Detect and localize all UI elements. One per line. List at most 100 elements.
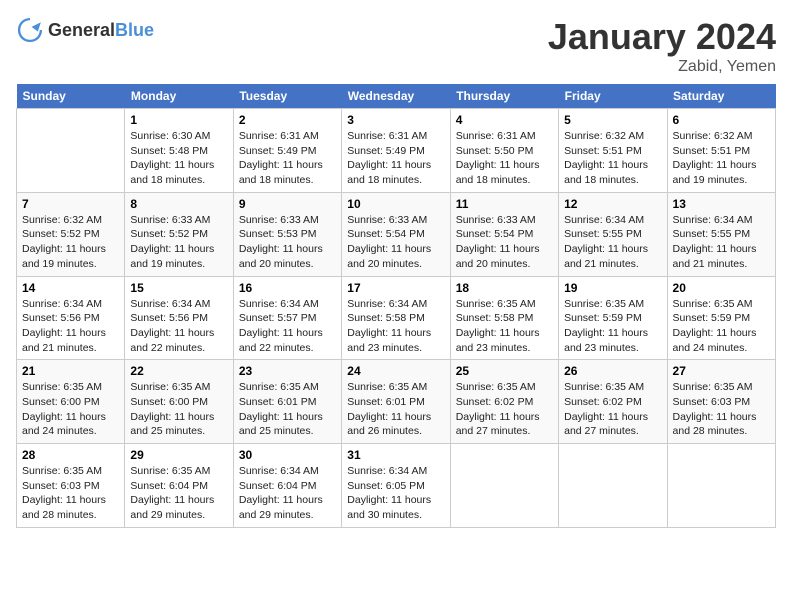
- day-info: Sunrise: 6:32 AMSunset: 5:52 PMDaylight:…: [22, 213, 119, 272]
- day-info: Sunrise: 6:35 AMSunset: 6:02 PMDaylight:…: [456, 380, 553, 439]
- calendar-cell: [17, 109, 125, 193]
- day-info: Sunrise: 6:35 AMSunset: 5:59 PMDaylight:…: [564, 297, 661, 356]
- calendar-cell: 7 Sunrise: 6:32 AMSunset: 5:52 PMDaylight…: [17, 192, 125, 276]
- logo-general-text: General: [48, 20, 115, 40]
- calendar-cell: 10Sunrise: 6:33 AMSunset: 5:54 PMDayligh…: [342, 192, 450, 276]
- calendar-cell: 22Sunrise: 6:35 AMSunset: 6:00 PMDayligh…: [125, 360, 233, 444]
- logo-blue-text: Blue: [115, 20, 154, 40]
- title-block: January 2024 Zabid, Yemen: [548, 16, 776, 76]
- calendar-cell: 1 Sunrise: 6:30 AMSunset: 5:48 PMDaylight…: [125, 109, 233, 193]
- column-header-monday: Monday: [125, 84, 233, 109]
- column-header-wednesday: Wednesday: [342, 84, 450, 109]
- calendar-table: SundayMondayTuesdayWednesdayThursdayFrid…: [16, 84, 776, 528]
- day-info: Sunrise: 6:34 AMSunset: 6:04 PMDaylight:…: [239, 464, 336, 523]
- day-number: 26: [564, 364, 661, 378]
- day-info: Sunrise: 6:34 AMSunset: 5:56 PMDaylight:…: [22, 297, 119, 356]
- calendar-cell: 6 Sunrise: 6:32 AMSunset: 5:51 PMDaylight…: [667, 109, 775, 193]
- day-number: 1: [130, 113, 227, 127]
- day-info: Sunrise: 6:32 AMSunset: 5:51 PMDaylight:…: [673, 129, 770, 188]
- month-title: January 2024: [548, 16, 776, 58]
- day-number: 18: [456, 281, 553, 295]
- day-number: 3: [347, 113, 444, 127]
- calendar-cell: 18 Sunrise: 6:35 AMSunset: 5:58 PMDayligh…: [450, 276, 558, 360]
- day-number: 14: [22, 281, 119, 295]
- day-number: 8: [130, 197, 227, 211]
- day-number: 12: [564, 197, 661, 211]
- day-info: Sunrise: 6:35 AMSunset: 6:01 PMDaylight:…: [239, 380, 336, 439]
- calendar-cell: 2Sunrise: 6:31 AMSunset: 5:49 PMDaylight…: [233, 109, 341, 193]
- calendar-cell: 20 Sunrise: 6:35 AMSunset: 5:59 PMDayligh…: [667, 276, 775, 360]
- day-info: Sunrise: 6:34 AMSunset: 5:55 PMDaylight:…: [564, 213, 661, 272]
- calendar-cell: 12 Sunrise: 6:34 AMSunset: 5:55 PMDayligh…: [559, 192, 667, 276]
- day-info: Sunrise: 6:35 AMSunset: 6:01 PMDaylight:…: [347, 380, 444, 439]
- calendar-cell: 14 Sunrise: 6:34 AMSunset: 5:56 PMDayligh…: [17, 276, 125, 360]
- calendar-cell: 29Sunrise: 6:35 AMSunset: 6:04 PMDayligh…: [125, 444, 233, 528]
- calendar-cell: 21 Sunrise: 6:35 AMSunset: 6:00 PMDayligh…: [17, 360, 125, 444]
- week-row-1: 1 Sunrise: 6:30 AMSunset: 5:48 PMDaylight…: [17, 109, 776, 193]
- day-info: Sunrise: 6:33 AMSunset: 5:54 PMDaylight:…: [456, 213, 553, 272]
- day-number: 7: [22, 197, 119, 211]
- column-header-sunday: Sunday: [17, 84, 125, 109]
- day-info: Sunrise: 6:30 AMSunset: 5:48 PMDaylight:…: [130, 129, 227, 188]
- day-info: Sunrise: 6:31 AMSunset: 5:49 PMDaylight:…: [347, 129, 444, 188]
- day-info: Sunrise: 6:35 AMSunset: 6:00 PMDaylight:…: [22, 380, 119, 439]
- day-info: Sunrise: 6:31 AMSunset: 5:50 PMDaylight:…: [456, 129, 553, 188]
- page-header: GeneralBlue January 2024 Zabid, Yemen: [16, 16, 776, 76]
- day-number: 5: [564, 113, 661, 127]
- calendar-cell: [667, 444, 775, 528]
- day-info: Sunrise: 6:35 AMSunset: 6:03 PMDaylight:…: [673, 380, 770, 439]
- location-title: Zabid, Yemen: [548, 58, 776, 76]
- calendar-cell: 8 Sunrise: 6:33 AMSunset: 5:52 PMDaylight…: [125, 192, 233, 276]
- day-info: Sunrise: 6:35 AMSunset: 5:58 PMDaylight:…: [456, 297, 553, 356]
- calendar-cell: 19 Sunrise: 6:35 AMSunset: 5:59 PMDayligh…: [559, 276, 667, 360]
- day-info: Sunrise: 6:35 AMSunset: 6:03 PMDaylight:…: [22, 464, 119, 523]
- day-info: Sunrise: 6:33 AMSunset: 5:54 PMDaylight:…: [347, 213, 444, 272]
- day-number: 4: [456, 113, 553, 127]
- calendar-cell: 16Sunrise: 6:34 AMSunset: 5:57 PMDayligh…: [233, 276, 341, 360]
- calendar-cell: 28Sunrise: 6:35 AMSunset: 6:03 PMDayligh…: [17, 444, 125, 528]
- calendar-cell: [450, 444, 558, 528]
- day-number: 13: [673, 197, 770, 211]
- day-number: 23: [239, 364, 336, 378]
- day-number: 11: [456, 197, 553, 211]
- calendar-cell: 31Sunrise: 6:34 AMSunset: 6:05 PMDayligh…: [342, 444, 450, 528]
- day-info: Sunrise: 6:35 AMSunset: 5:59 PMDaylight:…: [673, 297, 770, 356]
- week-row-4: 21 Sunrise: 6:35 AMSunset: 6:00 PMDayligh…: [17, 360, 776, 444]
- calendar-cell: 3 Sunrise: 6:31 AMSunset: 5:49 PMDaylight…: [342, 109, 450, 193]
- day-number: 30: [239, 448, 336, 462]
- generalblue-logo-icon: [16, 16, 44, 44]
- day-number: 19: [564, 281, 661, 295]
- day-info: Sunrise: 6:35 AMSunset: 6:04 PMDaylight:…: [130, 464, 227, 523]
- calendar-cell: 24 Sunrise: 6:35 AMSunset: 6:01 PMDayligh…: [342, 360, 450, 444]
- calendar-cell: 25 Sunrise: 6:35 AMSunset: 6:02 PMDayligh…: [450, 360, 558, 444]
- week-row-5: 28Sunrise: 6:35 AMSunset: 6:03 PMDayligh…: [17, 444, 776, 528]
- calendar-cell: 9Sunrise: 6:33 AMSunset: 5:53 PMDaylight…: [233, 192, 341, 276]
- day-number: 20: [673, 281, 770, 295]
- week-row-3: 14 Sunrise: 6:34 AMSunset: 5:56 PMDayligh…: [17, 276, 776, 360]
- day-info: Sunrise: 6:34 AMSunset: 6:05 PMDaylight:…: [347, 464, 444, 523]
- day-number: 2: [239, 113, 336, 127]
- column-header-friday: Friday: [559, 84, 667, 109]
- column-header-saturday: Saturday: [667, 84, 775, 109]
- calendar-cell: 5 Sunrise: 6:32 AMSunset: 5:51 PMDaylight…: [559, 109, 667, 193]
- day-info: Sunrise: 6:34 AMSunset: 5:55 PMDaylight:…: [673, 213, 770, 272]
- day-info: Sunrise: 6:33 AMSunset: 5:52 PMDaylight:…: [130, 213, 227, 272]
- day-number: 24: [347, 364, 444, 378]
- day-info: Sunrise: 6:35 AMSunset: 6:00 PMDaylight:…: [130, 380, 227, 439]
- calendar-header-row: SundayMondayTuesdayWednesdayThursdayFrid…: [17, 84, 776, 109]
- day-info: Sunrise: 6:34 AMSunset: 5:58 PMDaylight:…: [347, 297, 444, 356]
- day-info: Sunrise: 6:32 AMSunset: 5:51 PMDaylight:…: [564, 129, 661, 188]
- column-header-thursday: Thursday: [450, 84, 558, 109]
- day-number: 15: [130, 281, 227, 295]
- logo: GeneralBlue: [16, 16, 154, 44]
- day-info: Sunrise: 6:35 AMSunset: 6:02 PMDaylight:…: [564, 380, 661, 439]
- day-number: 6: [673, 113, 770, 127]
- week-row-2: 7 Sunrise: 6:32 AMSunset: 5:52 PMDaylight…: [17, 192, 776, 276]
- day-number: 27: [673, 364, 770, 378]
- day-number: 25: [456, 364, 553, 378]
- day-number: 21: [22, 364, 119, 378]
- calendar-cell: 4 Sunrise: 6:31 AMSunset: 5:50 PMDaylight…: [450, 109, 558, 193]
- calendar-cell: 15Sunrise: 6:34 AMSunset: 5:56 PMDayligh…: [125, 276, 233, 360]
- day-number: 17: [347, 281, 444, 295]
- calendar-cell: 17 Sunrise: 6:34 AMSunset: 5:58 PMDayligh…: [342, 276, 450, 360]
